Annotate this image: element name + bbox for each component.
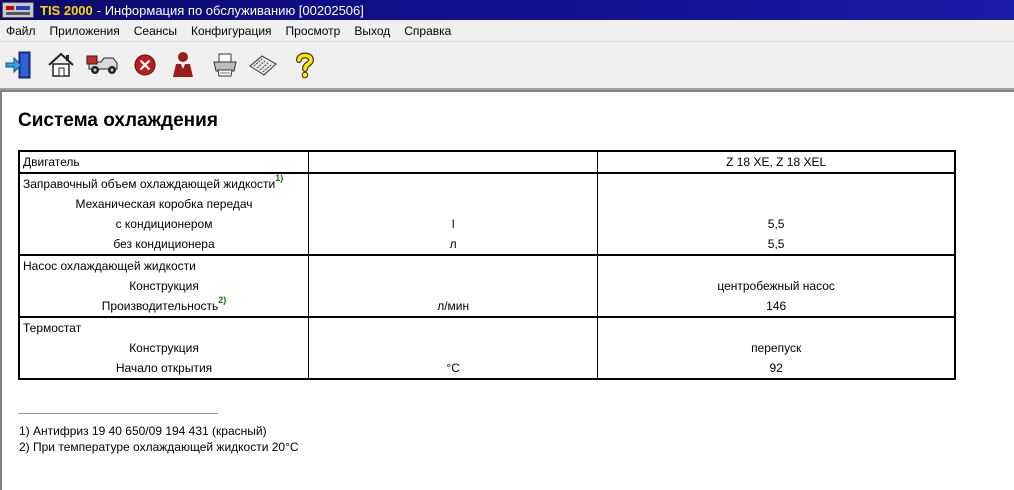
row-value: 92 [597, 358, 956, 379]
app-name: TIS 2000 [40, 2, 93, 18]
keyboard-button[interactable] [248, 50, 278, 80]
print-button[interactable] [210, 50, 240, 80]
table-row: Механическая коробка передач [18, 194, 956, 214]
page-title: Система охлаждения [18, 110, 218, 131]
row-value: 146 [597, 296, 956, 317]
table-row: Конструкция перепуск [18, 338, 956, 358]
row-value: перепуск [597, 338, 956, 358]
row-unit: °C [308, 358, 599, 379]
row-label: Начало открытия [18, 358, 310, 379]
menu-applications[interactable]: Приложения [43, 24, 127, 38]
vehicle-button[interactable] [86, 50, 120, 80]
menu-sessions[interactable]: Сеансы [127, 24, 184, 38]
table-row: Заправочный объем охлаждающей жидкости1) [18, 172, 956, 194]
row-value [597, 172, 956, 194]
row-value [597, 254, 956, 276]
help-button[interactable] [290, 50, 320, 80]
stop-icon [134, 54, 156, 76]
row-unit [308, 338, 599, 358]
table-row: Насос охлаждающей жидкости [18, 254, 956, 276]
person-icon [173, 52, 193, 77]
table-row: Начало открытия °C 92 [18, 358, 956, 379]
menu-help[interactable]: Справка [397, 24, 458, 38]
home-icon [48, 52, 74, 77]
table-row: без кондиционера л 5,5 [18, 234, 956, 255]
footnote-2: 2) При температуре охлаждающей жидкости … [19, 440, 299, 454]
window-title: - Информация по обслуживанию [00202506] [96, 2, 364, 18]
vehicle-icon [86, 55, 118, 74]
document-view[interactable]: Система охлаждения Двигатель Z 18 XE, Z … [0, 90, 1014, 490]
row-value: 5,5 [597, 234, 956, 255]
row-unit [308, 194, 599, 214]
row-unit [308, 254, 599, 276]
row-label: Заправочный объем охлаждающей жидкости1) [18, 172, 310, 194]
keyboard-icon [249, 55, 277, 76]
exit-door-button[interactable] [4, 50, 34, 80]
row-unit [308, 276, 599, 296]
footnote-ref: 1) [275, 173, 284, 183]
row-value [597, 316, 956, 338]
row-unit [308, 172, 599, 194]
table-row: Термостат [18, 316, 956, 338]
menu-view[interactable]: Просмотр [279, 24, 348, 38]
title-bar: TIS 2000 - Информация по обслуживанию [0… [0, 0, 1014, 20]
footnote-divider [18, 413, 218, 414]
spec-table: Двигатель Z 18 XE, Z 18 XEL Заправочный … [18, 150, 956, 380]
row-label: Термостат [18, 316, 310, 338]
app-logo-icon [2, 2, 34, 18]
toolbar [0, 42, 1014, 90]
printer-icon [213, 53, 237, 77]
footnote-1: 1) Антифриз 19 40 650/09 194 431 (красны… [19, 424, 267, 438]
row-label: без кондиционера [18, 234, 310, 255]
row-label: с кондиционером [18, 214, 310, 234]
row-label: Конструкция [18, 338, 310, 358]
row-unit [308, 316, 599, 338]
table-row: с кондиционером l 5,5 [18, 214, 956, 234]
header-engine: Двигатель [18, 151, 310, 173]
menu-bar: Файл Приложения Сеансы Конфигурация Прос… [0, 20, 1014, 42]
menu-configuration[interactable]: Конфигурация [184, 24, 279, 38]
footnotes: 1) Антифриз 19 40 650/09 194 431 (красны… [19, 423, 299, 455]
row-value [597, 194, 956, 214]
row-value: 5,5 [597, 214, 956, 234]
table-header-row: Двигатель Z 18 XE, Z 18 XEL [18, 151, 956, 173]
person-button[interactable] [168, 50, 198, 80]
row-value: центробежный насос [597, 276, 956, 296]
row-label: Производительность2) [18, 295, 310, 317]
header-unit [308, 151, 599, 173]
footnote-ref: 2) [218, 295, 227, 305]
row-label: Механическая коробка передач [18, 194, 310, 214]
row-unit: л/мин [308, 296, 599, 317]
row-label: Конструкция [18, 276, 310, 296]
exit-door-icon [5, 51, 31, 79]
header-engine-models: Z 18 XE, Z 18 XEL [597, 151, 956, 173]
menu-exit[interactable]: Выход [347, 24, 397, 38]
row-unit: l [308, 214, 599, 234]
menu-file[interactable]: Файл [0, 24, 43, 38]
table-row: Конструкция центробежный насос [18, 276, 956, 296]
table-row: Производительность2) л/мин 146 [18, 295, 956, 317]
stop-button[interactable] [130, 50, 160, 80]
home-button[interactable] [46, 50, 76, 80]
row-label: Насос охлаждающей жидкости [18, 254, 310, 276]
row-unit: л [308, 234, 599, 255]
help-question-icon [296, 52, 315, 79]
